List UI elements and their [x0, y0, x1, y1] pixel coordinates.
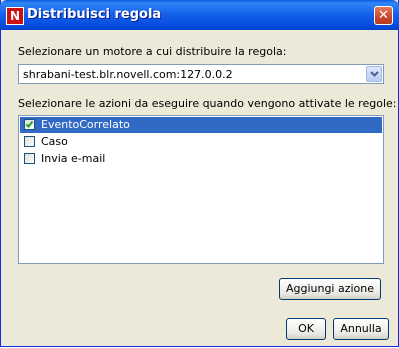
engine-select[interactable]: shrabani-test.blr.novell.com:127.0.0.2	[18, 64, 384, 84]
list-item-label: Caso	[41, 135, 68, 148]
list-item-label: Invia e-mail	[41, 152, 106, 165]
dropdown-button[interactable]	[366, 66, 382, 82]
chevron-down-icon	[370, 71, 379, 77]
close-icon[interactable]: ✕	[374, 6, 393, 25]
list-item-label: EventoCorrelato	[41, 118, 130, 131]
novell-logo-icon: N	[6, 7, 24, 25]
checkbox-evento-correlato[interactable]	[24, 119, 35, 130]
checkbox-invia-email[interactable]	[24, 153, 35, 164]
list-item-invia-email[interactable]: Invia e-mail	[20, 151, 382, 167]
engine-select-value: shrabani-test.blr.novell.com:127.0.0.2	[23, 68, 233, 81]
cancel-button[interactable]: Annulla	[333, 318, 389, 340]
ok-button[interactable]: OK	[286, 318, 326, 340]
add-action-button[interactable]: Aggiungi azione	[279, 278, 381, 300]
checkmark-icon	[25, 120, 34, 128]
actions-list[interactable]: EventoCorrelato Caso Invia e-mail	[18, 115, 384, 264]
dialog-title: Distribuisci regola	[27, 7, 162, 22]
dialog-window: N Distribuisci regola ✕ Selezionare un m…	[0, 0, 399, 347]
list-item-evento-correlato[interactable]: EventoCorrelato	[20, 117, 382, 133]
checkbox-caso[interactable]	[24, 136, 35, 147]
actions-label: Selezionare le azioni da eseguire quando…	[18, 97, 397, 110]
list-item-caso[interactable]: Caso	[20, 134, 382, 150]
engine-label: Selezionare un motore a cui distribuire …	[18, 45, 287, 58]
title-bar[interactable]: N Distribuisci regola ✕	[0, 0, 399, 30]
